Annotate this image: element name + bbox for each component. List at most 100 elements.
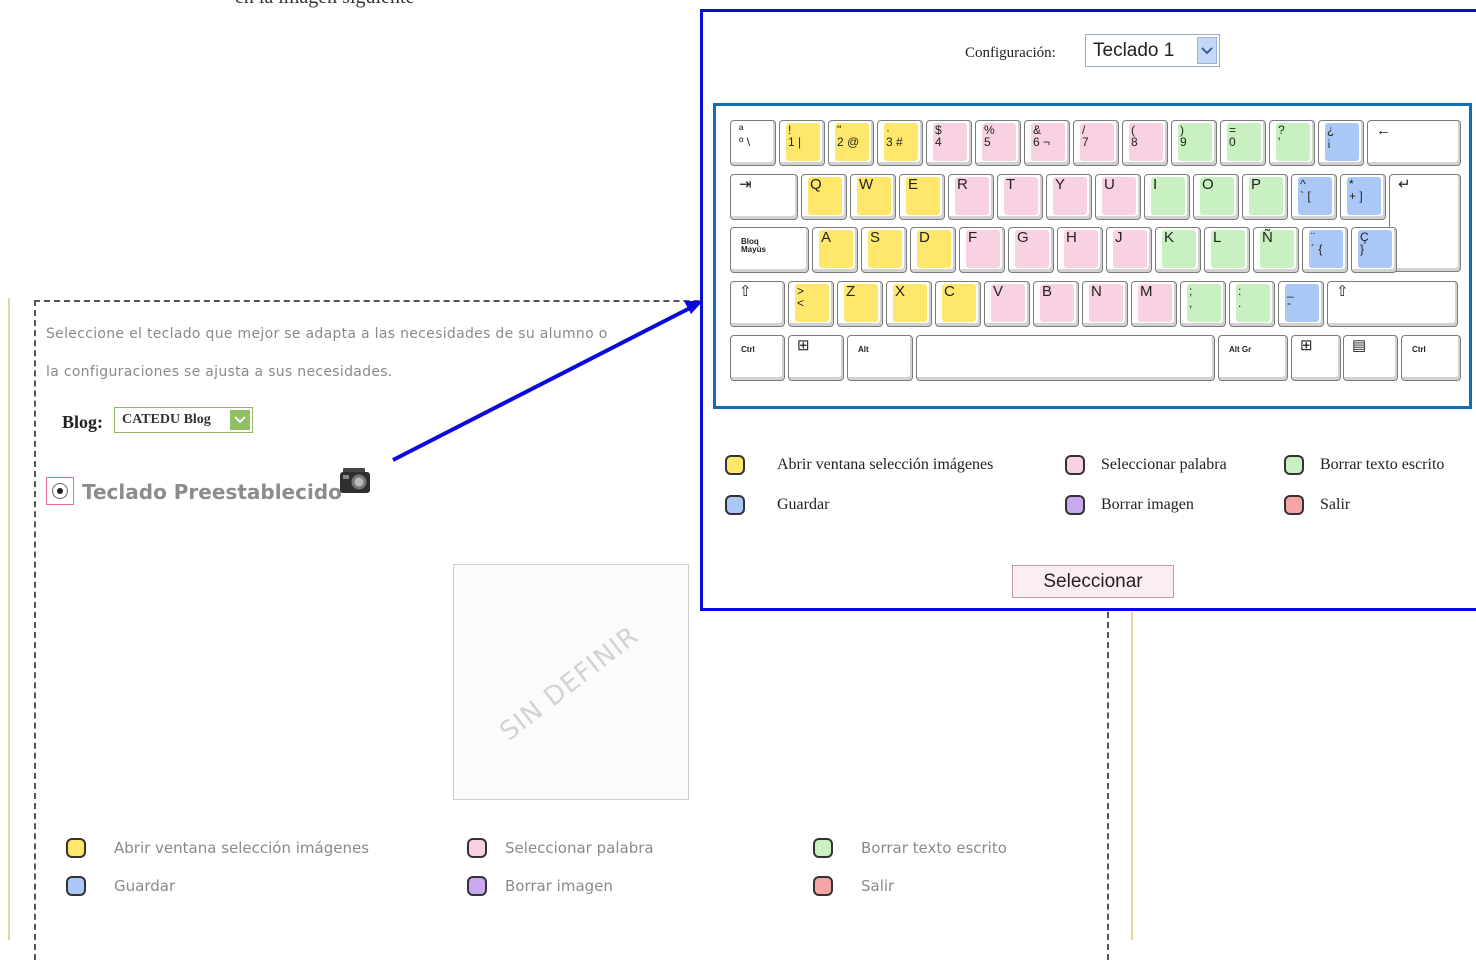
key-label: A [821, 229, 832, 246]
key-label: ¿ ¡ [1327, 123, 1335, 149]
key-symbol[interactable]: ( 8 [1122, 120, 1168, 166]
key-label: S [870, 229, 881, 246]
key-ñ[interactable]: Ñ [1253, 227, 1299, 273]
key-alt[interactable]: Alt [847, 335, 913, 381]
key-label: Ctrl [1412, 345, 1426, 354]
key-symbol[interactable]: ¿ ¡ [1318, 120, 1364, 166]
key-ctrl[interactable]: Ctrl [730, 335, 785, 381]
key-symbol[interactable]: > < [788, 281, 834, 327]
key-symbol[interactable]: ⇥ [730, 174, 798, 220]
key-f[interactable]: F [959, 227, 1005, 273]
key-e[interactable]: E [899, 174, 945, 220]
key-label: · 3 # [886, 123, 903, 149]
key-symbol[interactable]: $ 4 [926, 120, 972, 166]
key-label: " 2 @ [837, 123, 860, 149]
key-label: ⇧ [739, 283, 752, 300]
key-symbol[interactable]: = 0 [1220, 120, 1266, 166]
key-label: F [968, 229, 978, 246]
key-label: N [1091, 283, 1102, 300]
key-q[interactable]: Q [801, 174, 847, 220]
key-symbol[interactable]: ← [1367, 120, 1461, 166]
key-a[interactable]: A [812, 227, 858, 273]
key-symbol[interactable]: ⇧ [1327, 281, 1458, 327]
key-label: B [1042, 283, 1053, 300]
key-label: K [1164, 229, 1175, 246]
key-symbol[interactable]: ª º \ [730, 120, 776, 166]
key-k[interactable]: K [1155, 227, 1201, 273]
key-symbol[interactable]: ! 1 | [779, 120, 825, 166]
key-symbol[interactable]: & 6 ¬ [1024, 120, 1070, 166]
key-symbol[interactable]: % 5 [975, 120, 1021, 166]
key-p[interactable]: P [1242, 174, 1288, 220]
key-bloq[interactable]: Bloq Mayús [730, 227, 809, 273]
key-symbol[interactable]: ⊞ [788, 335, 844, 381]
key-b[interactable]: B [1033, 281, 1079, 327]
key-alt-gr[interactable]: Alt Gr [1218, 335, 1288, 381]
legend-swatch-blue [725, 495, 745, 515]
key-l[interactable]: L [1204, 227, 1250, 273]
popup-legend-delete-text: Borrar texto escrito [1284, 455, 1444, 475]
key-symbol[interactable]: ▤ [1343, 335, 1398, 381]
popup-legend-exit: Salir [1284, 495, 1350, 515]
key-symbol[interactable]: / 7 [1073, 120, 1119, 166]
key-label: G [1017, 229, 1029, 246]
key-symbol[interactable]: ¨ ´ { [1302, 227, 1348, 273]
key-symbol[interactable]: : . [1229, 281, 1275, 327]
key-d[interactable]: D [910, 227, 956, 273]
key-symbol[interactable]: ) 9 [1171, 120, 1217, 166]
key-symbol[interactable]: " 2 @ [828, 120, 874, 166]
key-label: X [895, 283, 906, 300]
key-t[interactable]: T [997, 174, 1043, 220]
key-w[interactable]: W [850, 174, 896, 220]
key-label: ⇥ [739, 176, 752, 193]
key-symbol[interactable]: ? ' [1269, 120, 1315, 166]
key-y[interactable]: Y [1046, 174, 1092, 220]
key-symbol[interactable]: * + ] [1340, 174, 1386, 220]
key-symbol[interactable]: · 3 # [877, 120, 923, 166]
key-label: $ 4 [935, 123, 942, 149]
key-j[interactable]: J [1106, 227, 1152, 273]
key-label: ▤ [1352, 337, 1367, 354]
key-label: ; , [1189, 284, 1193, 310]
key-label: Alt Gr [1229, 345, 1252, 354]
key-label: ↵ [1398, 176, 1411, 193]
config-select[interactable]: Teclado 1 [1085, 34, 1220, 67]
key-symbol[interactable]: ^ ` [ [1291, 174, 1337, 220]
key-symbol[interactable]: ; , [1180, 281, 1226, 327]
key-i[interactable]: I [1144, 174, 1190, 220]
chevron-down-icon [1197, 37, 1217, 64]
key-o[interactable]: O [1193, 174, 1239, 220]
key-label: / 7 [1082, 123, 1089, 149]
key-symbol[interactable]: ↵ [1389, 174, 1461, 272]
key-z[interactable]: Z [837, 281, 883, 327]
key-label: ( 8 [1131, 123, 1138, 149]
key-symbol[interactable]: Ç } [1351, 227, 1397, 273]
key-label: I [1153, 176, 1158, 193]
key-label: J [1115, 229, 1123, 246]
select-button[interactable]: Seleccionar [1012, 565, 1174, 598]
popup-legend-delete-image: Borrar imagen [1065, 495, 1194, 515]
key-label: ª º \ [739, 123, 751, 149]
key-symbol[interactable]: ⊞ [1291, 335, 1341, 381]
key-n[interactable]: N [1082, 281, 1128, 327]
key-space[interactable] [916, 335, 1215, 381]
key-g[interactable]: G [1008, 227, 1054, 273]
key-r[interactable]: R [948, 174, 994, 220]
key-x[interactable]: X [886, 281, 932, 327]
key-symbol[interactable]: _ - [1278, 281, 1324, 327]
key-h[interactable]: H [1057, 227, 1103, 273]
key-label: ¨ ´ { [1311, 230, 1323, 256]
key-label: C [944, 283, 955, 300]
key-label: Bloq Mayús [741, 237, 766, 254]
key-s[interactable]: S [861, 227, 907, 273]
key-symbol[interactable]: ⇧ [730, 281, 785, 327]
key-m[interactable]: M [1131, 281, 1177, 327]
keyboard-frame: ª º \ ! 1 | " 2 @ · 3 # $ 4 % 5 & 6 ¬ / 7 ( 8 ) 9… [713, 103, 1472, 409]
key-label: ← [1376, 122, 1391, 139]
config-label: Configuración: [965, 45, 1056, 61]
key-c[interactable]: C [935, 281, 981, 327]
key-ctrl[interactable]: Ctrl [1401, 335, 1461, 381]
key-u[interactable]: U [1095, 174, 1141, 220]
key-v[interactable]: V [984, 281, 1030, 327]
key-label: H [1066, 229, 1077, 246]
